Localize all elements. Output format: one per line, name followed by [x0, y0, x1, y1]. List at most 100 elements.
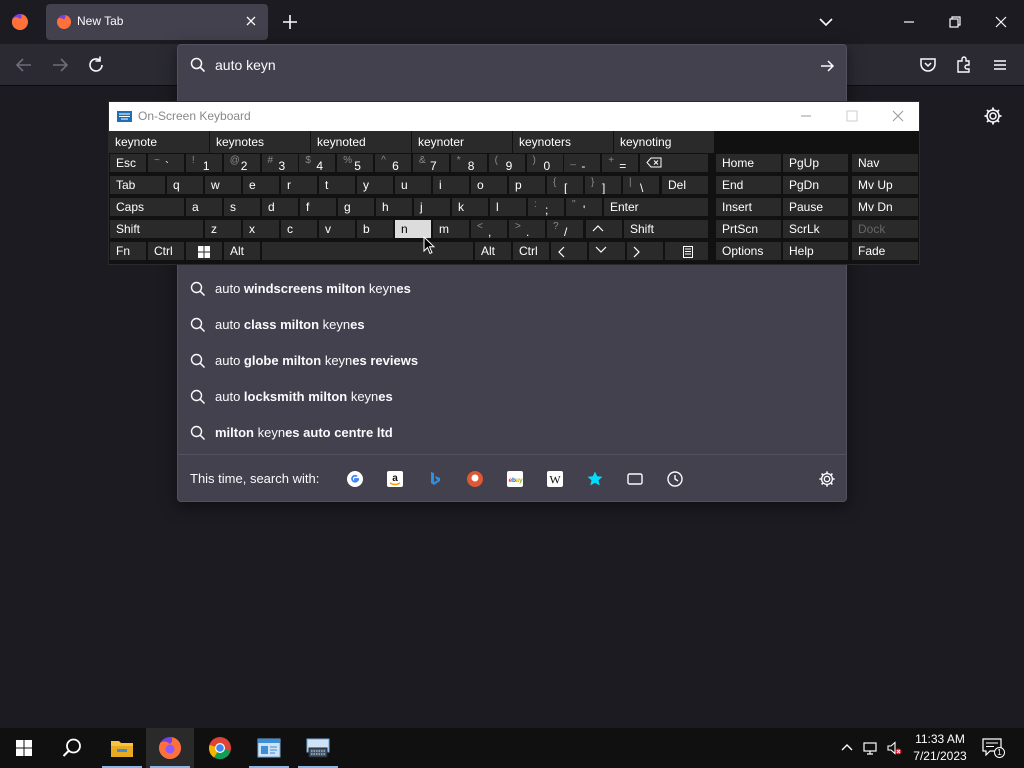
chevron-up-icon[interactable]	[839, 740, 855, 756]
key-dock[interactable]: Dock	[851, 219, 919, 239]
key-menu[interactable]	[664, 241, 709, 261]
prediction-keynoters[interactable]: keynoters	[513, 131, 614, 153]
key-windows[interactable]	[185, 241, 223, 261]
key-nav[interactable]: Nav	[851, 153, 919, 173]
key-scrlk[interactable]: ScrLk	[782, 219, 849, 239]
key-k[interactable]: k	[451, 197, 489, 217]
key-b[interactable]: b	[356, 219, 394, 239]
key-w[interactable]: w	[204, 175, 242, 195]
key-g[interactable]: g	[337, 197, 375, 217]
bing-icon[interactable]	[426, 470, 444, 488]
key-home[interactable]: Home	[715, 153, 782, 173]
suggestion-item[interactable]: auto class milton keynes	[178, 307, 846, 343]
taskbar-file-explorer[interactable]	[98, 728, 146, 768]
gear-icon[interactable]	[818, 470, 836, 488]
key-y[interactable]: y	[356, 175, 394, 195]
key-insert[interactable]: Insert	[715, 197, 782, 217]
key-h[interactable]: h	[375, 197, 413, 217]
minimize-icon[interactable]	[799, 109, 813, 123]
key-alt-left[interactable]: Alt	[223, 241, 261, 261]
clock-date[interactable]: 7/21/2023	[910, 749, 970, 763]
key-5[interactable]: % 5	[336, 153, 375, 173]
key-enter[interactable]: Enter	[603, 197, 709, 217]
key-shift-left[interactable]: Shift	[109, 219, 204, 239]
extensions-icon[interactable]	[953, 54, 975, 76]
key-z[interactable]: z	[204, 219, 242, 239]
key--[interactable]: _ -	[563, 153, 602, 173]
key-m[interactable]: m	[432, 219, 470, 239]
key-bracket-1[interactable]: }]	[584, 175, 622, 195]
key-space[interactable]	[261, 241, 474, 261]
key-bracket-0[interactable]: {[	[546, 175, 584, 195]
key-2[interactable]: @2	[222, 153, 261, 173]
key-esc[interactable]: Esc	[109, 153, 147, 173]
key-end[interactable]: End	[715, 175, 782, 195]
address-input-row[interactable]: auto keyn	[178, 45, 846, 85]
key-alt-right[interactable]: Alt	[474, 241, 512, 261]
prediction-keynotes[interactable]: keynotes	[210, 131, 311, 153]
key-help[interactable]: Help	[782, 241, 849, 261]
back-arrow-icon[interactable]	[13, 54, 35, 76]
key-s[interactable]: s	[223, 197, 261, 217]
key-l[interactable]: l	[489, 197, 527, 217]
reload-icon[interactable]	[85, 54, 107, 76]
restore-icon[interactable]	[943, 10, 967, 34]
key-punct-r4-2[interactable]: ? /	[546, 219, 584, 239]
key-mv-up[interactable]: Mv Up	[851, 175, 919, 195]
arrow-right-icon[interactable]	[818, 57, 836, 75]
clock-time[interactable]: 11:33 AM	[910, 732, 970, 746]
gear-icon[interactable]	[983, 106, 1003, 126]
chevron-down-icon[interactable]	[814, 10, 838, 34]
close-icon[interactable]	[891, 109, 905, 123]
key-caps[interactable]: Caps	[109, 197, 185, 217]
key-o[interactable]: o	[470, 175, 508, 195]
key-pause[interactable]: Pause	[782, 197, 849, 217]
pocket-icon[interactable]	[917, 54, 939, 76]
key-options[interactable]: Options	[715, 241, 782, 261]
key-punct-1[interactable]: " '	[565, 197, 603, 217]
prediction-keynote[interactable]: keynote	[109, 131, 210, 153]
key-x[interactable]: x	[242, 219, 280, 239]
network-icon[interactable]	[863, 740, 879, 756]
key-9[interactable]: (9	[487, 153, 526, 173]
key-fn[interactable]: Fn	[109, 241, 147, 261]
osk-title-bar[interactable]: On-Screen Keyboard	[109, 102, 919, 131]
key-0[interactable]: ) 0	[525, 153, 564, 173]
key-mv-dn[interactable]: Mv Dn	[851, 197, 919, 217]
suggestion-item[interactable]: milton keynes auto centre ltd	[178, 415, 846, 451]
key-pgup[interactable]: PgUp	[782, 153, 849, 173]
key-=[interactable]: + =	[601, 153, 640, 173]
key-e[interactable]: e	[242, 175, 280, 195]
close-window-icon[interactable]	[989, 10, 1013, 34]
key-backspace[interactable]	[639, 153, 709, 173]
key-7[interactable]: & 7	[411, 153, 450, 173]
taskbar-on-screen-keyboard[interactable]	[294, 728, 342, 768]
key-c[interactable]: c	[280, 219, 318, 239]
maximize-icon[interactable]	[845, 109, 859, 123]
tab-new-tab[interactable]: New Tab	[46, 4, 268, 40]
key-pgdn[interactable]: PgDn	[782, 175, 849, 195]
history-clock-icon[interactable]	[666, 470, 684, 488]
key-ctrl-left[interactable]: Ctrl	[147, 241, 185, 261]
bookmarks-star-icon[interactable]	[586, 470, 604, 488]
google-icon[interactable]	[346, 470, 364, 488]
key-t[interactable]: t	[318, 175, 356, 195]
key-arrow-down[interactable]	[588, 241, 626, 261]
forward-arrow-icon[interactable]	[49, 54, 71, 76]
key-ctrl-right[interactable]: Ctrl	[512, 241, 550, 261]
key-`[interactable]: ~ `	[147, 153, 185, 173]
key-p[interactable]: p	[508, 175, 546, 195]
taskbar-firefox[interactable]	[146, 728, 194, 768]
key-prtscn[interactable]: PrtScn	[715, 219, 782, 239]
key-r[interactable]: r	[280, 175, 318, 195]
wikipedia-icon[interactable]: W	[546, 470, 564, 488]
key-v[interactable]: v	[318, 219, 356, 239]
key-q[interactable]: q	[166, 175, 204, 195]
minimize-icon[interactable]	[897, 10, 921, 34]
key-d[interactable]: d	[261, 197, 299, 217]
key-j[interactable]: j	[413, 197, 451, 217]
prediction-keynoted[interactable]: keynoted	[311, 131, 412, 153]
close-icon[interactable]	[244, 14, 258, 28]
key-del[interactable]: Del	[661, 175, 709, 195]
key-u[interactable]: u	[394, 175, 432, 195]
